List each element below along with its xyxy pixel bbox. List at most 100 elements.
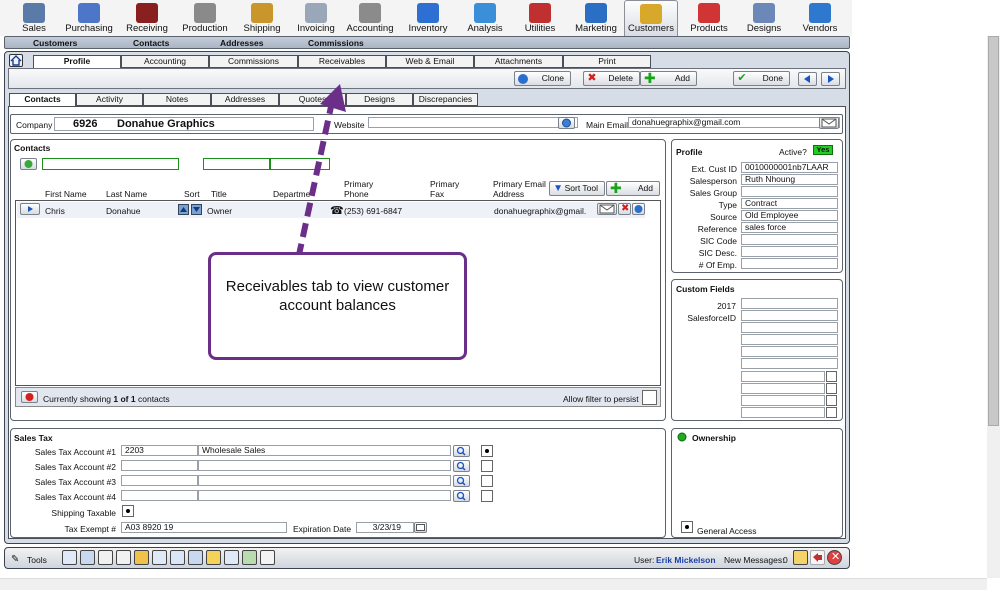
- clock-icon[interactable]: [62, 550, 77, 565]
- done-button[interactable]: ✔ Done: [733, 71, 790, 86]
- add-button[interactable]: ✚ Add: [640, 71, 697, 86]
- allow-filter-checkbox[interactable]: [642, 390, 657, 405]
- custom-field-3[interactable]: [741, 322, 838, 333]
- profile-field-4[interactable]: Old Employee: [741, 210, 838, 221]
- custom-field-9[interactable]: [741, 395, 825, 406]
- custom-check-2[interactable]: [826, 383, 837, 394]
- horizontal-scrollbar[interactable]: [0, 578, 987, 590]
- submenu-addresses[interactable]: Addresses: [220, 38, 263, 48]
- pencil-icon[interactable]: [116, 550, 131, 565]
- tab-print[interactable]: Print: [563, 55, 651, 68]
- sort-down-icon[interactable]: [191, 204, 202, 215]
- module-utilities[interactable]: Utilities: [512, 0, 568, 36]
- col-primary-email[interactable]: Primary Email Address: [493, 179, 551, 199]
- profile-field-6[interactable]: [741, 234, 838, 245]
- tax-account-search-button-4[interactable]: [453, 490, 470, 502]
- tab-web-email[interactable]: Web & Email: [386, 55, 474, 68]
- window-scrollbar[interactable]: [987, 36, 1000, 578]
- module-purchasing[interactable]: Purchasing: [60, 0, 118, 36]
- tax-account-search-button-1[interactable]: [453, 445, 470, 457]
- tax-account-code-1[interactable]: 2203: [121, 445, 198, 456]
- module-designs[interactable]: Designs: [736, 0, 792, 36]
- help-icon[interactable]: [152, 550, 167, 565]
- custom-check-1[interactable]: [826, 371, 837, 382]
- contact-info-button[interactable]: [632, 203, 645, 215]
- tab-discrepancies[interactable]: Discrepancies: [413, 93, 478, 106]
- email-contact-button[interactable]: [597, 203, 617, 215]
- website-globe-button[interactable]: [558, 117, 575, 129]
- tax-account-search-button-3[interactable]: [453, 475, 470, 487]
- profile-field-3[interactable]: Contract: [741, 198, 838, 209]
- lock-icon[interactable]: [793, 550, 808, 565]
- prev-record-button[interactable]: [798, 72, 817, 86]
- tax-account-desc-3[interactable]: [198, 475, 451, 486]
- clear-filter-button[interactable]: [21, 391, 38, 403]
- user-icon[interactable]: [80, 550, 95, 565]
- col-last-name[interactable]: Last Name: [106, 189, 147, 199]
- tab-commissions[interactable]: Commissions: [209, 55, 298, 68]
- back-arrow-icon[interactable]: [810, 550, 825, 565]
- general-access-checkbox[interactable]: [681, 521, 693, 533]
- tax-account-default-checkbox-2[interactable]: [481, 460, 493, 472]
- filter-go-button[interactable]: [20, 158, 37, 170]
- tax-account-desc-2[interactable]: [198, 460, 451, 471]
- custom-field-2017[interactable]: [741, 298, 838, 309]
- module-marketing[interactable]: Marketing: [568, 0, 624, 36]
- sort-up-icon[interactable]: [178, 204, 189, 215]
- tax-exempt-field[interactable]: A03 8920 19: [121, 522, 287, 533]
- coin-icon[interactable]: [206, 550, 221, 565]
- col-sort[interactable]: Sort: [184, 189, 200, 199]
- website-field[interactable]: [368, 117, 578, 128]
- tax-account-code-2[interactable]: [121, 460, 198, 471]
- custom-check-3[interactable]: [826, 395, 837, 406]
- tools-label[interactable]: Tools: [27, 555, 47, 565]
- print-icon[interactable]: [188, 550, 203, 565]
- profile-field-1[interactable]: Ruth Nhoung: [741, 174, 838, 185]
- module-analysis[interactable]: Analysis: [458, 0, 512, 36]
- tab-attachments[interactable]: Attachments: [474, 55, 563, 68]
- profile-field-2[interactable]: [741, 186, 838, 197]
- pen-icon[interactable]: [98, 550, 113, 565]
- custom-check-4[interactable]: [826, 407, 837, 418]
- tab-contacts[interactable]: Contacts: [9, 93, 76, 107]
- calendar-button[interactable]: [414, 522, 427, 533]
- module-invoicing[interactable]: Invoicing: [290, 0, 342, 36]
- shipping-taxable-checkbox[interactable]: [122, 505, 134, 517]
- custom-field-5[interactable]: [741, 346, 838, 357]
- tab-activity[interactable]: Activity: [76, 93, 143, 106]
- email-envelope-button[interactable]: [819, 117, 839, 129]
- tab-profile[interactable]: Profile: [33, 55, 121, 69]
- tax-account-desc-1[interactable]: Wholesale Sales: [198, 445, 451, 456]
- open-contact-button[interactable]: [20, 203, 40, 215]
- custom-field-8[interactable]: [741, 383, 825, 394]
- profile-field-8[interactable]: [741, 258, 838, 269]
- exit-icon[interactable]: ✕: [827, 550, 842, 565]
- tab-notes[interactable]: Notes: [143, 93, 211, 106]
- filter-first-name-input[interactable]: [42, 158, 179, 170]
- main-email-field[interactable]: donahuegraphix@gmail.com: [628, 117, 840, 128]
- custom-field-4[interactable]: [741, 334, 838, 345]
- filter-title-input[interactable]: [203, 158, 270, 170]
- stop-icon[interactable]: [260, 550, 275, 565]
- module-accounting[interactable]: Accounting: [342, 0, 398, 36]
- profile-field-5[interactable]: sales force: [741, 222, 838, 233]
- submenu-commissions[interactable]: Commissions: [308, 38, 364, 48]
- col-title[interactable]: Title: [211, 189, 227, 199]
- custom-field-salesforceid[interactable]: [741, 310, 838, 321]
- module-customers[interactable]: Customers: [624, 0, 678, 36]
- delete-contact-button[interactable]: ✖: [618, 203, 631, 215]
- tax-account-default-checkbox-4[interactable]: [481, 490, 493, 502]
- active-badge[interactable]: Yes: [813, 145, 833, 155]
- expiration-date-field[interactable]: 3/23/19: [356, 522, 414, 533]
- sort-tool-button[interactable]: ▼ Sort Tool: [549, 181, 605, 196]
- custom-field-6[interactable]: [741, 358, 838, 369]
- submenu-customers[interactable]: Customers: [33, 38, 77, 48]
- tax-account-desc-4[interactable]: [198, 490, 451, 501]
- profile-field-0[interactable]: 0010000001nb7LAAR: [741, 162, 838, 173]
- module-shipping[interactable]: Shipping: [234, 0, 290, 36]
- calculator-icon[interactable]: [170, 550, 185, 565]
- tab-addresses[interactable]: Addresses: [211, 93, 279, 106]
- delete-button[interactable]: ✖ Delete: [583, 71, 640, 86]
- module-production[interactable]: Production: [176, 0, 234, 36]
- next-record-button[interactable]: [821, 72, 840, 86]
